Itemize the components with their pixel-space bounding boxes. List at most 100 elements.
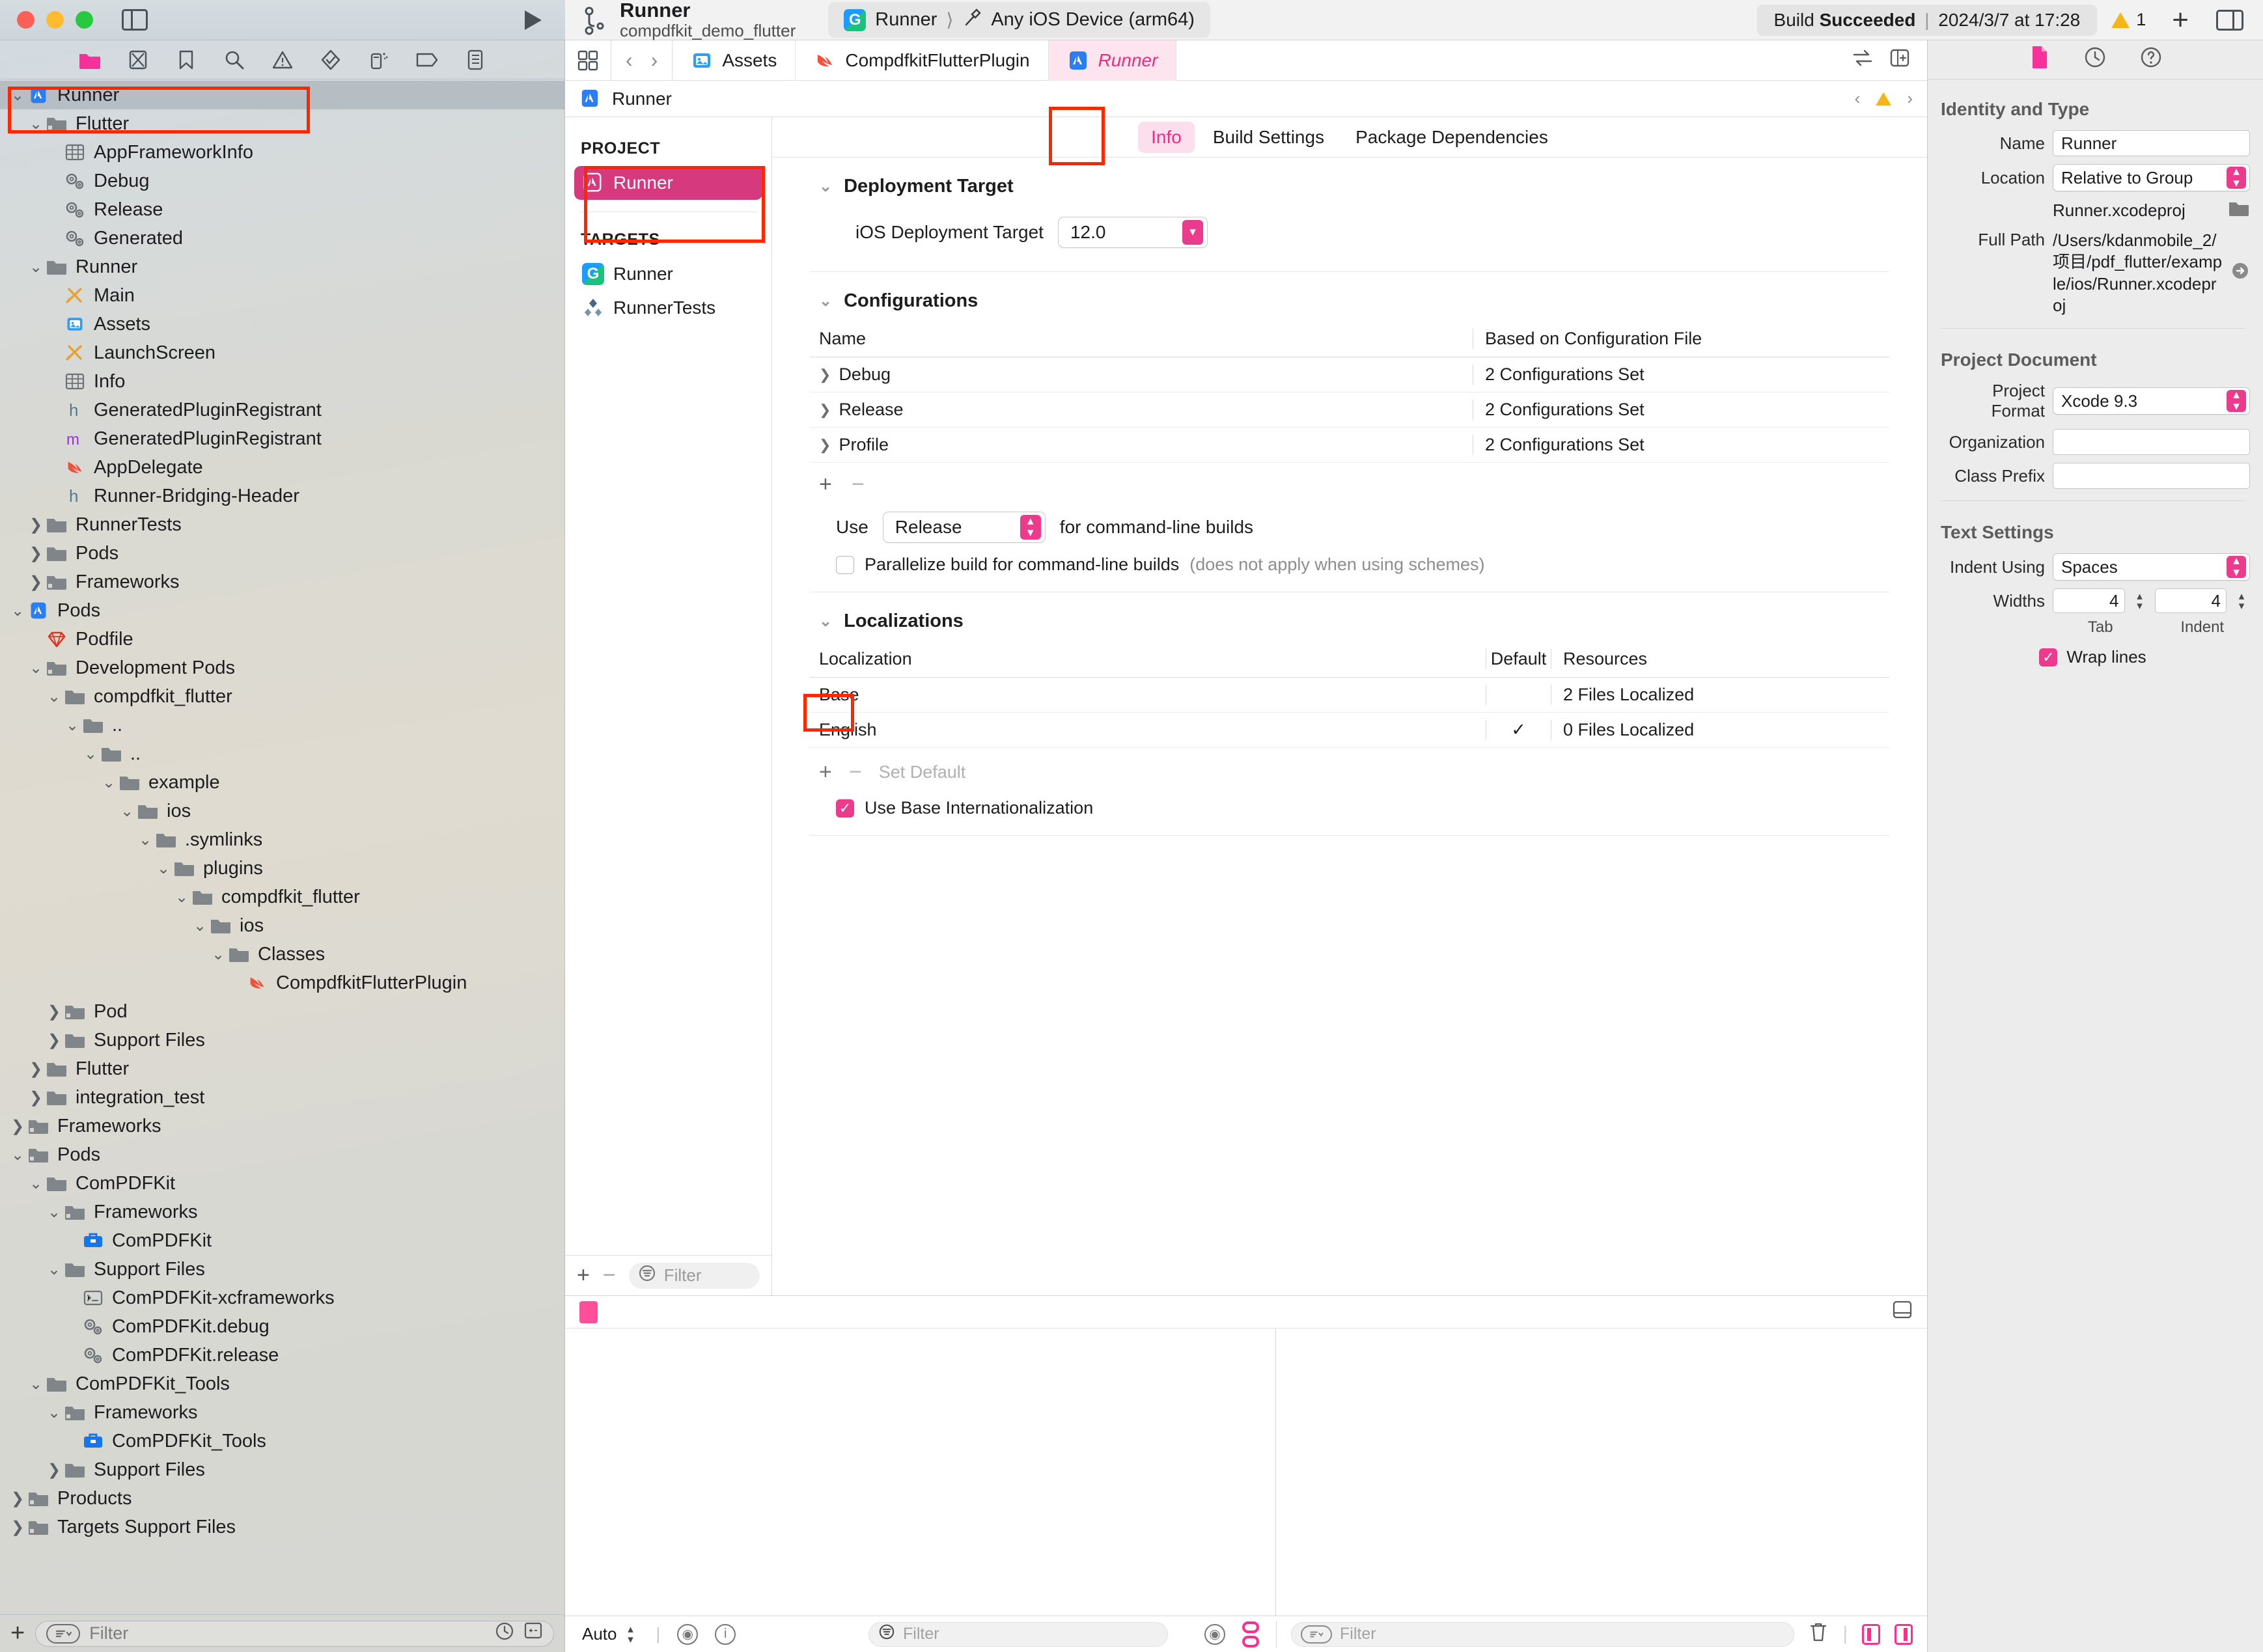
split-icon[interactable]: [523, 1621, 543, 1645]
editor-tab-runner[interactable]: Runner: [1048, 40, 1177, 81]
warning-indicator[interactable]: 1: [2111, 10, 2146, 30]
navigator-item-compdfkit-xcframeworks[interactable]: ComPDFKit-xcframeworks: [0, 1284, 564, 1312]
navigator-item-runner[interactable]: ⌄ Runner: [0, 253, 564, 281]
chevron-down-icon[interactable]: ⌄: [27, 1375, 44, 1394]
chevron-right-icon[interactable]: ❯: [9, 1117, 26, 1136]
chevron-down-icon[interactable]: ⌄: [210, 945, 227, 964]
target-item-runner[interactable]: Runner: [574, 257, 762, 291]
chevron-down-icon[interactable]: ⌄: [9, 601, 26, 620]
chevron-down-icon[interactable]: ⌄: [118, 802, 135, 821]
editor-options-icon[interactable]: [565, 49, 611, 72]
table-row[interactable]: English ✓ 0 Files Localized: [810, 713, 1889, 748]
info-icon[interactable]: i: [715, 1623, 736, 1645]
chevron-down-icon[interactable]: ⌄: [46, 1203, 62, 1222]
navigator-file-tree[interactable]: ⌄ Runner ⌄ Flutter AppFrameworkInfo Debug Rele…: [0, 79, 564, 1614]
console-watch-icon[interactable]: ◉: [1204, 1623, 1225, 1645]
navigator-item-appdelegate[interactable]: AppDelegate: [0, 453, 564, 482]
breakpoint-icon[interactable]: [414, 47, 440, 73]
project-pane-filter-input[interactable]: Filter: [628, 1262, 760, 1289]
chevron-right-icon[interactable]: ❯: [27, 544, 44, 563]
project-format-select[interactable]: Xcode 9.3 ▴ ▾: [2053, 387, 2250, 415]
chevron-right-icon[interactable]: ❯: [819, 366, 831, 383]
chevron-right-icon[interactable]: ❯: [27, 573, 44, 592]
indent-width-stepper[interactable]: ▴ ▾: [2233, 588, 2250, 613]
chevron-right-icon[interactable]: ❯: [27, 1088, 44, 1107]
add-localization-button[interactable]: +: [819, 760, 832, 785]
base-internationalization-row[interactable]: ✓ Use Base Internationalization: [810, 798, 1889, 818]
navigator-item-[interactable]: ⌄..: [0, 739, 564, 768]
chevron-down-icon[interactable]: ⌄: [64, 716, 81, 735]
stepper-icon[interactable]: ▴ ▾: [1020, 515, 1041, 540]
navigator-item-development-pods[interactable]: ⌄ Development Pods: [0, 654, 564, 682]
table-row[interactable]: ❯ Debug 2 Configurations Set: [810, 357, 1889, 392]
navigator-item-pods[interactable]: ⌄ Pods: [0, 596, 564, 625]
debug-icon[interactable]: [366, 47, 392, 73]
indent-using-select[interactable]: Spaces ▴ ▾: [2053, 553, 2250, 581]
chevron-down-icon[interactable]: ⌄: [27, 659, 44, 678]
chevron-right-icon[interactable]: ❯: [27, 516, 44, 534]
class-prefix-field[interactable]: [2053, 463, 2250, 489]
navigator-item-classes[interactable]: ⌄ Classes: [0, 940, 564, 969]
back-icon[interactable]: ‹: [626, 48, 633, 72]
navigator-item-plugins[interactable]: ⌄ plugins: [0, 854, 564, 883]
tab-width-stepper[interactable]: ▴ ▾: [2131, 588, 2148, 613]
previous-issue-icon[interactable]: ‹: [1855, 89, 1861, 109]
test-icon[interactable]: [318, 47, 344, 73]
navigator-item-pod[interactable]: ❯ Pod: [0, 997, 564, 1026]
navigator-item-compdfkit[interactable]: ⌄ ComPDFKit: [0, 1169, 564, 1198]
table-row[interactable]: ❯ Release 2 Configurations Set: [810, 392, 1889, 428]
navigator-item-compdfkit-release[interactable]: ComPDFKit.release: [0, 1341, 564, 1370]
chevron-down-icon[interactable]: ⌄: [173, 888, 190, 907]
chevron-down-icon[interactable]: ⌄: [27, 1174, 44, 1193]
chevron-right-icon[interactable]: ❯: [819, 402, 831, 419]
ios-deployment-target-select[interactable]: 12.0 ▾: [1057, 217, 1208, 248]
organization-field[interactable]: [2053, 429, 2250, 456]
stepper-icon[interactable]: ▴ ▾: [2227, 555, 2246, 579]
hide-debug-area-icon[interactable]: [1892, 1300, 1913, 1325]
parallelize-checkbox[interactable]: [836, 555, 854, 574]
parallelize-build-row[interactable]: Parallelize build for command-line build…: [810, 555, 1889, 575]
navigator-item-compdfkit[interactable]: ComPDFKit: [0, 1226, 564, 1255]
inspector-toggle-icon[interactable]: [2216, 9, 2243, 31]
name-field[interactable]: Runner: [2053, 130, 2250, 156]
chevron-down-icon[interactable]: ⌄: [27, 258, 44, 277]
navigator-item-appframeworkinfo[interactable]: AppFrameworkInfo: [0, 138, 564, 167]
navigator-item-example[interactable]: ⌄ example: [0, 768, 564, 797]
report-icon[interactable]: [462, 47, 488, 73]
navigator-item-integration-test[interactable]: ❯ integration_test: [0, 1083, 564, 1112]
toggle-variables-view-icon[interactable]: [1862, 1623, 1880, 1645]
navigator-item-support-files[interactable]: ⌄ Support Files: [0, 1255, 564, 1284]
search-icon[interactable]: [221, 47, 247, 73]
chevron-right-icon[interactable]: ❯: [27, 1060, 44, 1079]
stepper-icon[interactable]: ▴ ▾: [2227, 165, 2246, 189]
swap-editors-icon[interactable]: [1852, 48, 1874, 73]
navigator-item-podfile[interactable]: Podfile: [0, 625, 564, 654]
variables-filter-input[interactable]: Filter: [868, 1621, 1168, 1647]
navigator-item-frameworks[interactable]: ❯ Frameworks: [0, 1112, 564, 1140]
navigator-item-compdfkit-tools[interactable]: ⌄ ComPDFKit_Tools: [0, 1370, 564, 1398]
chevron-down-icon[interactable]: ⌄: [191, 916, 208, 935]
table-row[interactable]: ❯ Profile 2 Configurations Set: [810, 428, 1889, 463]
add-editor-button[interactable]: +: [2172, 4, 2189, 36]
navigator-item-targets-support-files[interactable]: ❯ Targets Support Files: [0, 1513, 564, 1541]
navigator-item-flutter[interactable]: ⌄ Flutter: [0, 109, 564, 138]
build-status-pill[interactable]: Build Succeeded | 2024/3/7 at 17:28: [1756, 4, 2098, 36]
run-button-icon[interactable]: [525, 10, 542, 30]
target-item-runnertests[interactable]: RunnerTests: [574, 291, 762, 325]
chevron-down-icon[interactable]: ⌄: [46, 1260, 62, 1279]
tab-info[interactable]: Info: [1138, 121, 1195, 153]
navigator-item-frameworks[interactable]: ⌄ Frameworks: [0, 1398, 564, 1427]
navigator-item-flutter[interactable]: ❯ Flutter: [0, 1054, 564, 1083]
table-row[interactable]: Base 2 Files Localized: [810, 678, 1889, 713]
navigator-item-release[interactable]: Release: [0, 195, 564, 224]
deployment-target-header[interactable]: ⌄ Deployment Target: [810, 176, 1889, 197]
indent-width-field[interactable]: 4: [2154, 588, 2227, 614]
navigator-item-info[interactable]: Info: [0, 367, 564, 396]
chevron-right-icon[interactable]: ❯: [9, 1489, 26, 1508]
tab-build-settings[interactable]: Build Settings: [1200, 122, 1337, 153]
navigator-item-main[interactable]: Main: [0, 281, 564, 310]
navigator-filter-input[interactable]: Filter: [35, 1620, 554, 1647]
chevron-down-icon[interactable]: ⌄: [82, 745, 99, 764]
close-button[interactable]: [17, 11, 35, 29]
trash-icon[interactable]: [1809, 1621, 1828, 1648]
